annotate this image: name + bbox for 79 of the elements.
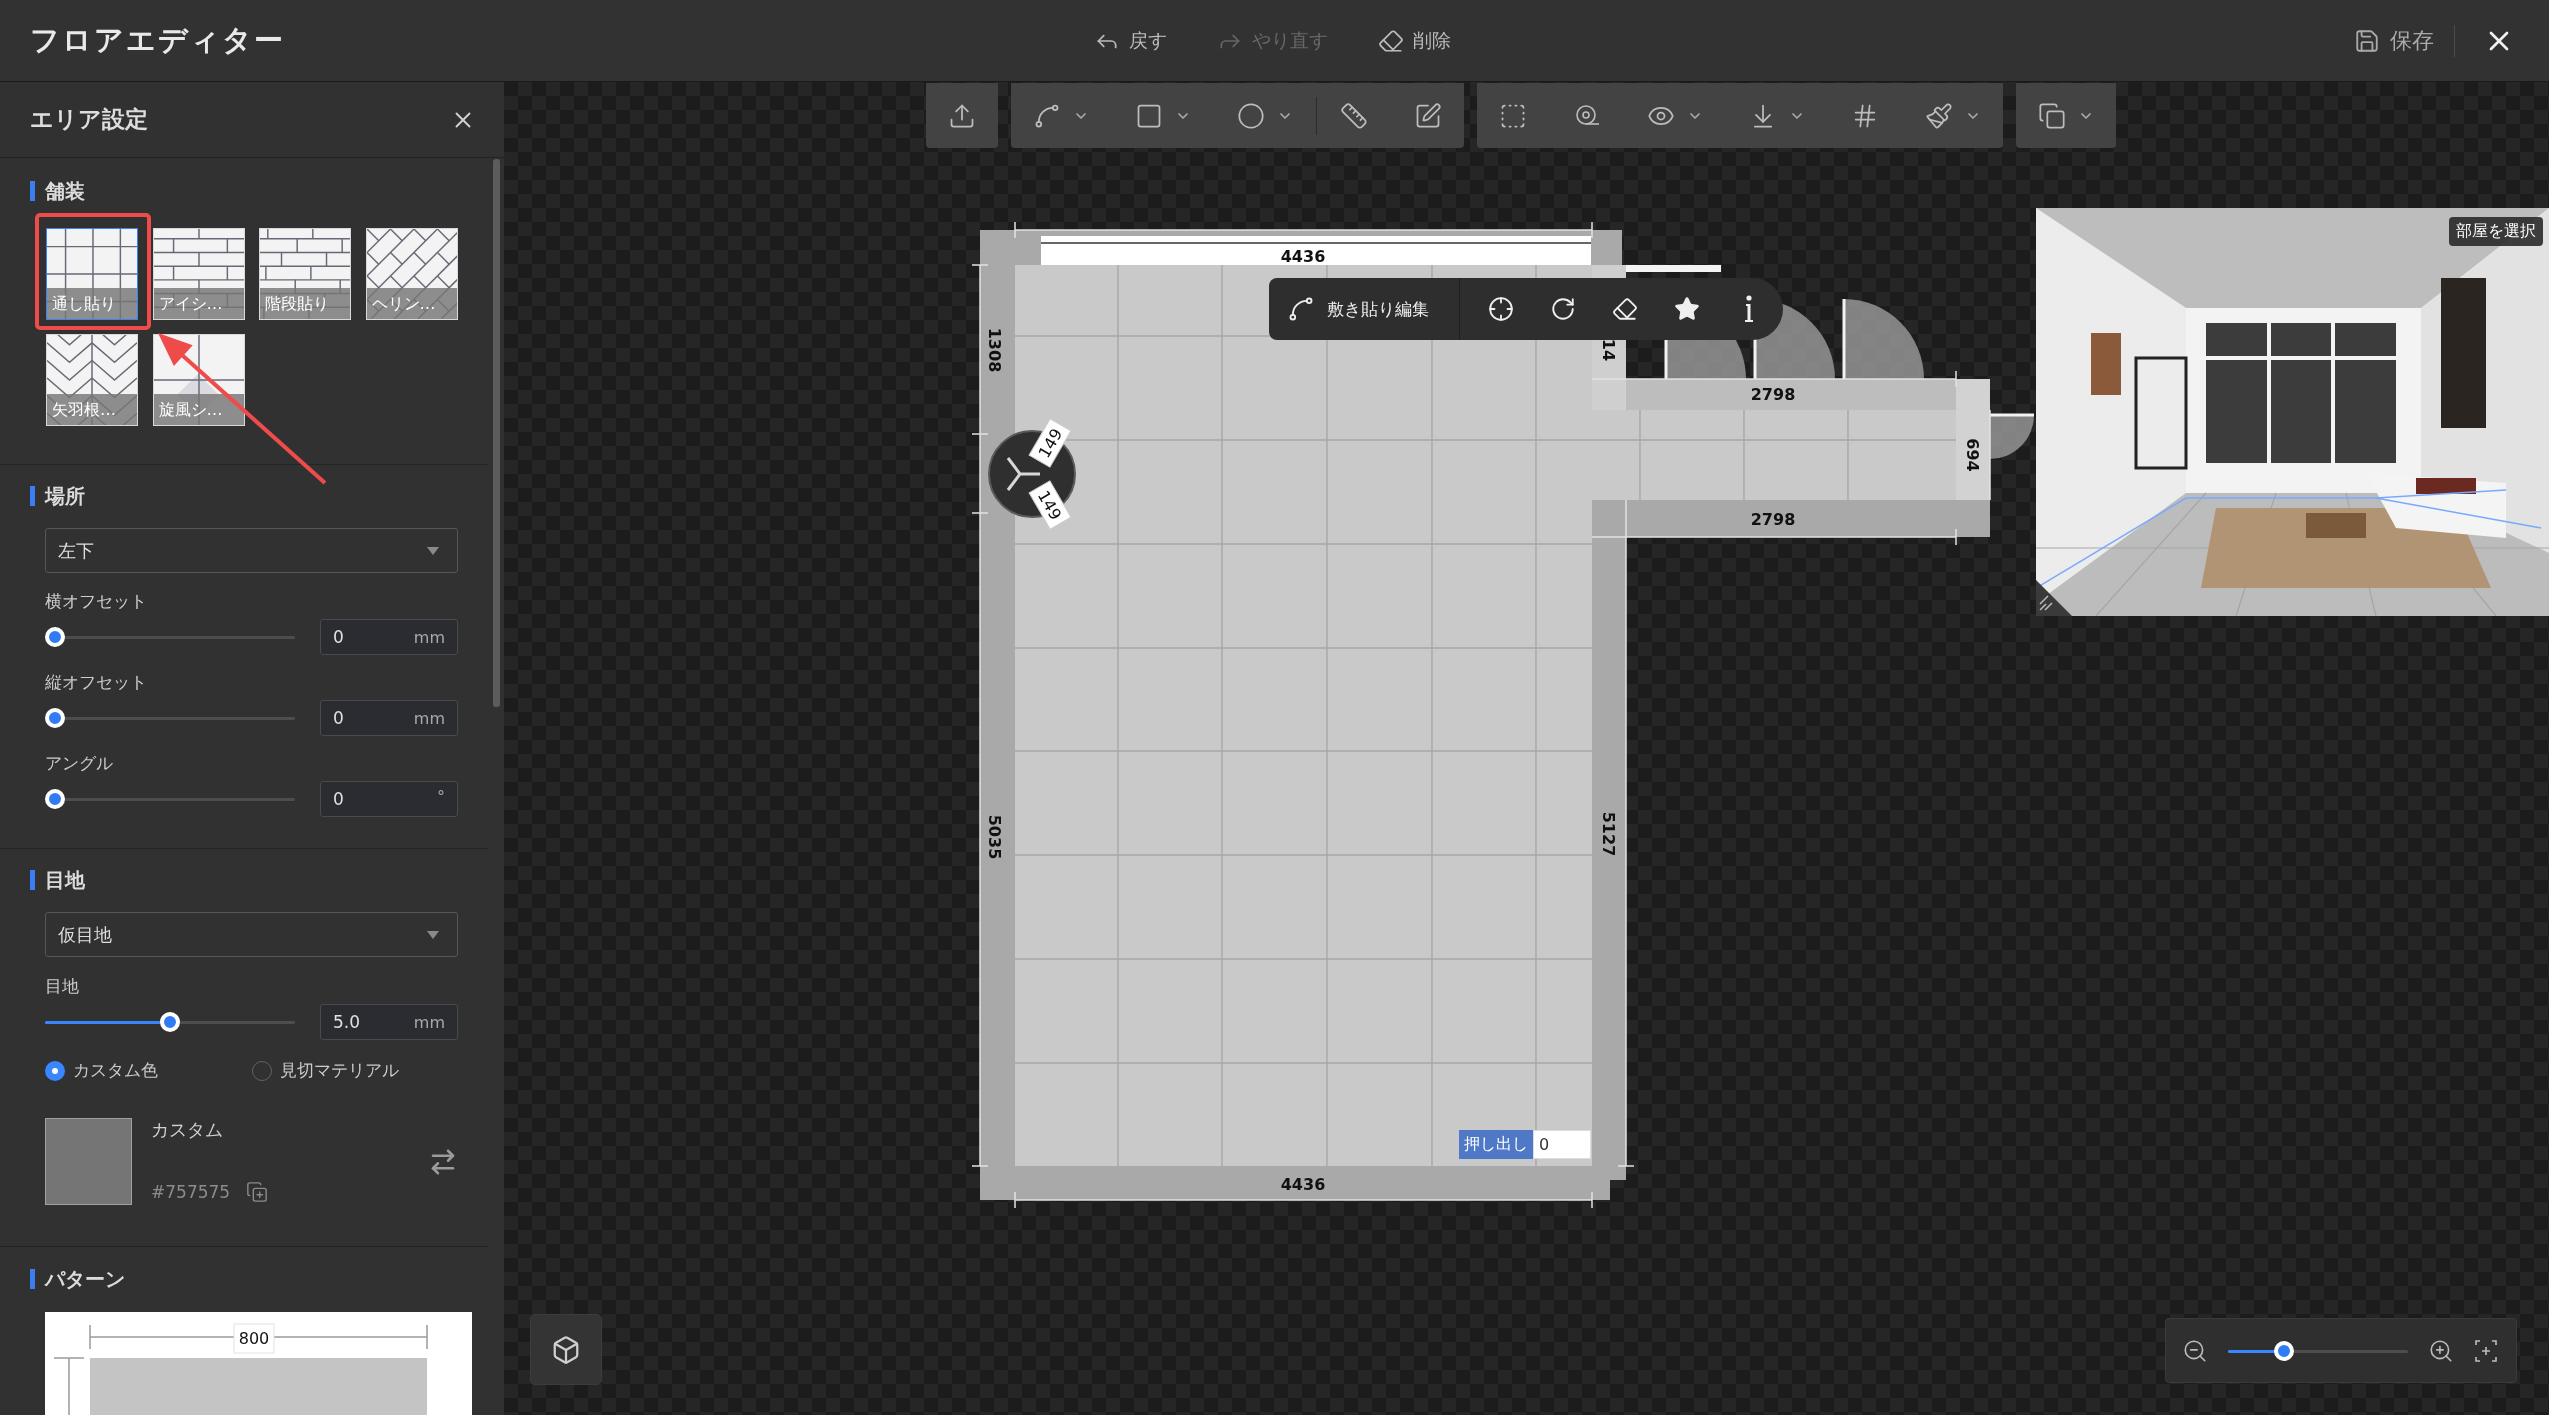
- slider-thumb[interactable]: [45, 627, 65, 647]
- cube-icon: [551, 1334, 581, 1365]
- ruler-icon: [1339, 101, 1368, 130]
- eraser-icon: [1612, 296, 1638, 322]
- slider-track[interactable]: [45, 789, 295, 809]
- caret-icon: [427, 930, 439, 939]
- copy-plus-button[interactable]: [246, 1181, 269, 1203]
- unit-label: mm: [413, 708, 445, 728]
- layers-tool-button[interactable]: [2037, 101, 2094, 130]
- rotate-icon: [1550, 296, 1576, 322]
- joint-type-select[interactable]: 仮目地: [45, 912, 458, 957]
- section-heading: パターン: [30, 1268, 458, 1290]
- dimension-line: [53, 1357, 85, 1415]
- section-heading: 場所: [30, 485, 458, 507]
- slider-thumb[interactable]: [45, 708, 65, 728]
- field-label: 目地: [45, 975, 80, 997]
- radio-option[interactable]: 見切マテリアル: [251, 1059, 458, 1082]
- number-field[interactable]: 0 mm: [320, 619, 458, 655]
- dimension-label: 2798: [1750, 510, 1796, 529]
- dimension-label: 5127: [1599, 811, 1618, 857]
- fit-screen-icon[interactable]: [2474, 1338, 2498, 1363]
- view-3d-button[interactable]: [530, 1314, 602, 1385]
- dimension-label: 1308: [985, 327, 1004, 373]
- color-name: カスタム: [151, 1118, 224, 1142]
- star-icon: [1674, 296, 1700, 322]
- panel-title: エリア設定: [30, 105, 148, 134]
- slider-track[interactable]: [45, 708, 295, 728]
- select-room-button[interactable]: 部屋を選択: [2449, 217, 2543, 246]
- dimension-label: 694: [1963, 438, 1982, 472]
- dimension-label: 4436: [1280, 1175, 1326, 1194]
- section-heading: 舗装: [30, 180, 458, 202]
- extrude-label: 押し出し: [1459, 1130, 1533, 1159]
- eraser-icon: [1378, 27, 1404, 54]
- slider-thumb[interactable]: [45, 789, 65, 809]
- copy-plus-icon: [246, 1181, 269, 1203]
- delete-button[interactable]: 削除: [1376, 23, 1453, 58]
- field-label: 横オフセット: [45, 590, 148, 612]
- circle-icon: [1236, 101, 1265, 130]
- radio-option[interactable]: カスタム色: [45, 1059, 252, 1082]
- info-icon: [1743, 295, 1755, 323]
- color-hex-value: #757575: [151, 1182, 231, 1202]
- unit-label: mm: [413, 627, 445, 647]
- door-swing: [1990, 413, 2034, 459]
- dimension-label: 2798: [1750, 385, 1796, 404]
- undo-button[interactable]: 戻す: [1092, 23, 1169, 58]
- zoom-slider-track[interactable]: [2228, 1340, 2408, 1361]
- resize-handle-icon[interactable]: [2036, 580, 2072, 616]
- dimension-tag: 800: [233, 1323, 275, 1354]
- dimension-label: 5035: [985, 814, 1004, 860]
- save-button[interactable]: 保存: [2352, 21, 2436, 60]
- copy-icon: [2037, 101, 2066, 130]
- field-label: アングル: [45, 752, 114, 774]
- slider-thumb[interactable]: [2273, 1340, 2294, 1361]
- color-swatch[interactable]: [45, 1118, 132, 1205]
- unit-label: °: [437, 787, 445, 806]
- extrude-input[interactable]: 0: [1533, 1130, 1591, 1159]
- crosshair-icon: [1488, 296, 1514, 322]
- section-heading: 目地: [30, 869, 458, 891]
- caret-icon: [427, 546, 439, 555]
- dimension-label: 4436: [1280, 247, 1326, 266]
- anchor-select[interactable]: 左下: [45, 528, 458, 573]
- slider-track[interactable]: [45, 1012, 295, 1032]
- spline-icon: [1287, 295, 1315, 323]
- paintbrush-icon: [1924, 101, 1953, 130]
- dimension-label: 14: [1599, 338, 1618, 362]
- circle-tool-button[interactable]: [1236, 101, 1293, 130]
- tile-edit-button[interactable]: 敷き貼り編集: [1269, 278, 1459, 340]
- number-field[interactable]: 0 mm: [320, 700, 458, 736]
- unit-label: mm: [413, 1012, 445, 1032]
- app-title: フロアエディター: [30, 21, 285, 59]
- dimension-tool-button[interactable]: [1339, 101, 1368, 130]
- field-label: 縦オフセット: [45, 671, 148, 693]
- save-icon: [2354, 27, 2380, 54]
- slider-thumb[interactable]: [160, 1012, 180, 1032]
- brush-tool-button[interactable]: [1924, 101, 1981, 130]
- number-field[interactable]: 0 °: [320, 781, 458, 817]
- scrollbar-thumb[interactable]: [493, 159, 500, 707]
- number-field[interactable]: 5.0 mm: [320, 1004, 458, 1040]
- slider-track[interactable]: [45, 627, 295, 647]
